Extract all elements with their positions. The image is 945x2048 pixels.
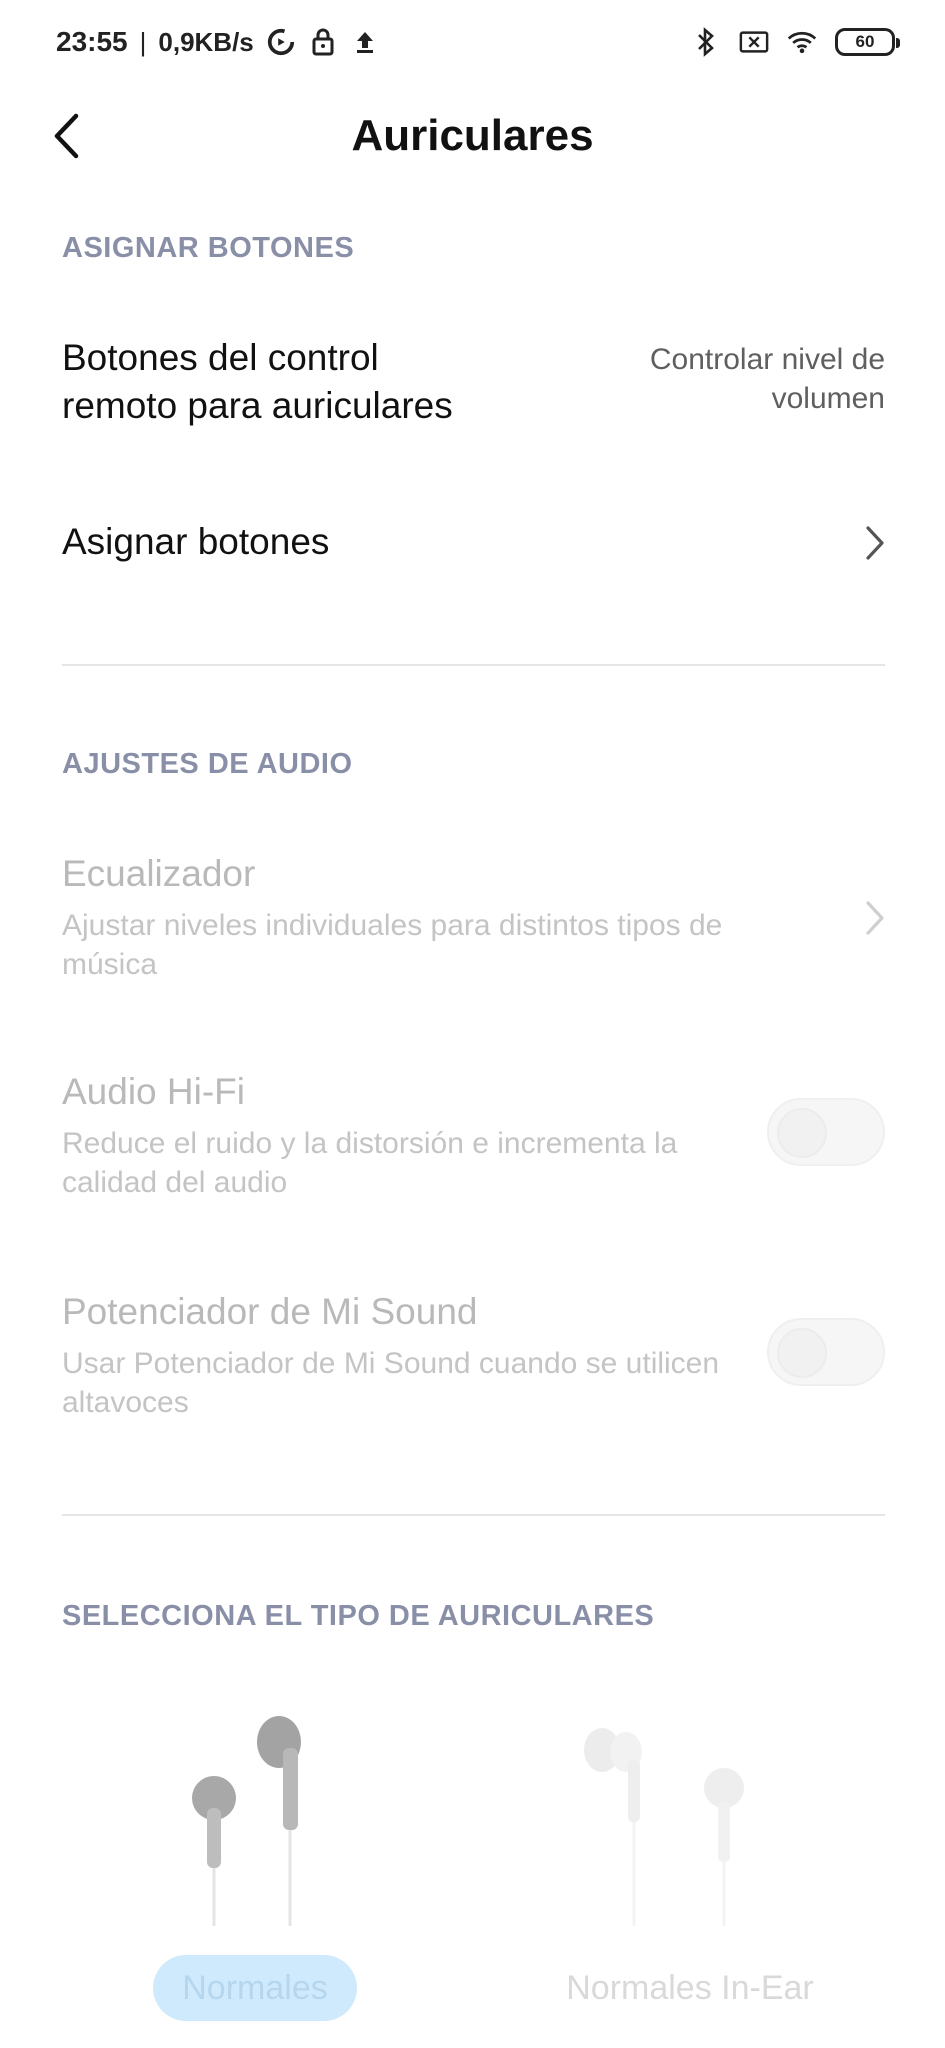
remote-buttons-row[interactable]: Botones del control remoto para auricula…	[62, 334, 885, 434]
battery-level: 60	[855, 32, 875, 51]
assign-buttons-title: Asignar botones	[62, 521, 330, 562]
remote-buttons-value: Controlar nivel de volumen	[585, 340, 885, 418]
status-separator: |	[139, 26, 147, 57]
earphone-option-normal[interactable]	[80, 1690, 460, 1930]
chevron-right-icon	[866, 901, 884, 935]
earphone-type-in-ear-label: Normales In-Ear	[566, 1968, 814, 2007]
toggle-knob	[777, 1328, 827, 1378]
data-saver-icon	[266, 25, 296, 59]
toggle-knob	[777, 1108, 827, 1158]
network-speed: 0,9KB/s	[158, 26, 254, 57]
status-time: 23:55	[56, 26, 128, 57]
earphone-type-in-ear-button[interactable]: Normales In-Ear	[540, 1955, 840, 2021]
in-ear-buds-icon	[584, 1728, 744, 1926]
hifi-audio-toggle[interactable]	[767, 1098, 885, 1166]
app-header: Auriculares	[0, 96, 945, 176]
section-header-audio: AJUSTES DE AUDIO	[62, 748, 353, 780]
earphone-option-in-ear[interactable]	[500, 1690, 880, 1930]
mi-sound-title: Potenciador de Mi Sound	[62, 1291, 478, 1332]
upload-icon	[350, 25, 380, 59]
no-sim-icon	[739, 25, 769, 59]
page-title: Auriculares	[351, 111, 594, 160]
status-bar: 23:55 | 0,9KB/s 60	[0, 0, 945, 80]
hifi-audio-subtitle: Reduce el ruido y la distorsión e increm…	[62, 1127, 678, 1199]
section-header-earphone-type: SELECCIONA EL TIPO DE AURICULARES	[62, 1600, 655, 1632]
earphone-type-normal-label: Normales	[182, 1968, 328, 2007]
section-header-buttons: ASIGNAR BOTONES	[62, 232, 355, 264]
settings-page: 23:55 | 0,9KB/s 60 Auriculares ASIGNAR B…	[0, 0, 945, 2048]
status-left: 23:55 | 0,9KB/s	[56, 22, 380, 62]
equalizer-subtitle: Ajustar niveles individuales para distin…	[62, 909, 723, 981]
lock-icon	[308, 25, 338, 59]
mi-sound-toggle[interactable]	[767, 1318, 885, 1386]
hifi-audio-row: Audio Hi-Fi Reduce el ruido y la distors…	[62, 1068, 885, 1208]
mi-sound-subtitle: Usar Potenciador de Mi Sound cuando se u…	[62, 1347, 720, 1419]
battery-icon: 60	[835, 28, 900, 56]
equalizer-title: Ecualizador	[62, 853, 256, 894]
earphone-type-normal-button[interactable]: Normales	[153, 1955, 357, 2021]
earbuds-icon	[192, 1716, 301, 1926]
remote-buttons-value-line1: Controlar nivel de	[649, 343, 885, 376]
divider	[62, 664, 885, 666]
assign-buttons-row[interactable]: Asignar botones	[62, 518, 885, 568]
divider	[62, 1514, 885, 1516]
hifi-audio-title: Audio Hi-Fi	[62, 1071, 245, 1112]
mi-sound-row: Potenciador de Mi Sound Usar Potenciador…	[62, 1288, 885, 1428]
bluetooth-icon	[691, 25, 721, 59]
remote-buttons-value-line2: volumen	[771, 382, 885, 415]
equalizer-row[interactable]: Ecualizador Ajustar niveles individuales…	[62, 850, 885, 981]
wifi-icon	[787, 25, 817, 59]
status-right: 60	[691, 22, 900, 62]
chevron-right-icon	[866, 526, 884, 560]
